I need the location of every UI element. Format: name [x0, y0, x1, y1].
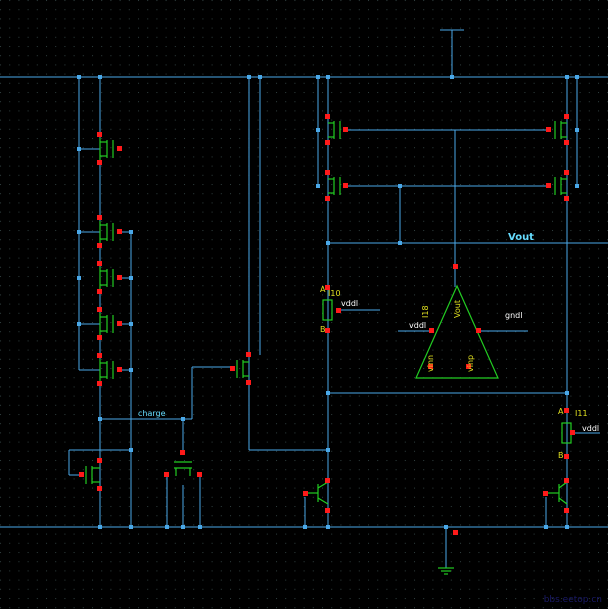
amp-out-pin-label: Vout — [453, 300, 462, 318]
r-right-ref-label: I11 — [575, 409, 588, 418]
r-right-vdd-label: vddl — [582, 424, 599, 433]
r-left-vdd-label: vddl — [341, 299, 358, 308]
amp-in-minus-label: vinn — [426, 355, 435, 372]
schematic-canvas: Vout charge I18 Vout vinn vinp vddl gndl… — [0, 0, 608, 609]
r-left-ref-label: I10 — [328, 289, 341, 298]
vout-label: Vout — [508, 232, 534, 243]
amp-ref-label: I18 — [421, 305, 430, 318]
r-right-a-label: A — [558, 407, 564, 416]
r-right-b-label: B — [558, 451, 564, 460]
grid-dots — [0, 0, 608, 609]
charge-label: charge — [138, 409, 166, 418]
amp-in-plus-label: vinp — [466, 355, 475, 372]
r-left-a-label: A — [320, 285, 326, 294]
amp-gnd-label: gndl — [505, 311, 522, 320]
r-left-b-label: B — [320, 325, 326, 334]
amp-vdd-label: vddl — [409, 321, 426, 330]
watermark: bbs.eetop.cn — [543, 595, 602, 605]
